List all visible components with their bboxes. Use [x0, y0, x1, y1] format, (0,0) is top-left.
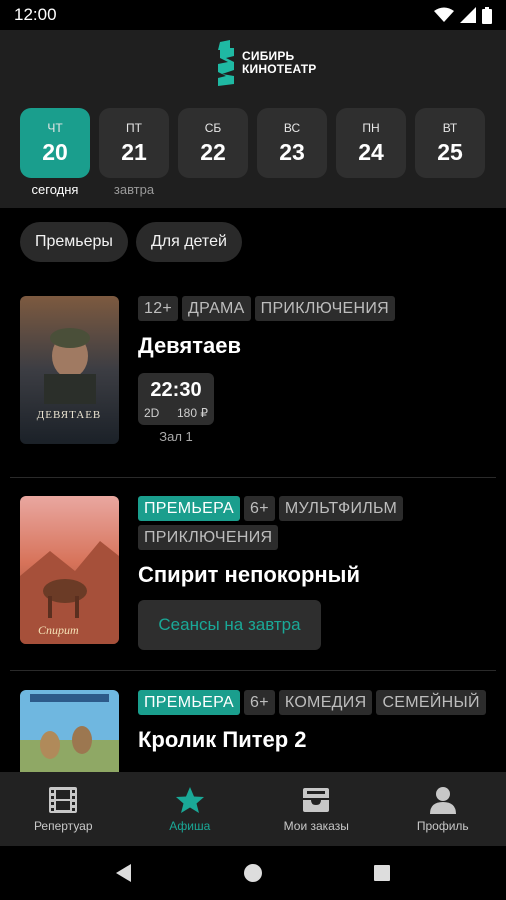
- movie-poster[interactable]: ДЕВЯТАЕВ: [20, 296, 119, 444]
- date-day: 25: [437, 138, 463, 165]
- session-button[interactable]: 22:30 2D 180 ₽: [138, 373, 214, 425]
- status-icons: [434, 6, 492, 24]
- genre-tag: МУЛЬТФИЛЬМ: [278, 496, 404, 521]
- date-day: 22: [200, 138, 226, 165]
- inbox-icon: [303, 787, 330, 812]
- date-day: 23: [279, 138, 305, 165]
- nav-label: Мои заказы: [283, 818, 349, 833]
- nav-label: Афиша: [169, 818, 211, 833]
- movie-tags: ПРЕМЬЕРА 6+ МУЛЬТФИЛЬМ ПРИКЛЮЧЕНИЯ: [138, 496, 496, 550]
- date-box[interactable]: ПТ 21: [99, 108, 169, 178]
- date-weekday: ПН: [362, 120, 380, 135]
- header: СИБИРЬ КИНОТЕАТР ЧТ 20 сегодня ПТ 21 зав…: [0, 30, 506, 208]
- movie-title[interactable]: Спирит непокорный: [138, 562, 496, 588]
- date-weekday: ВТ: [442, 120, 458, 135]
- system-navigation: [0, 846, 506, 900]
- poster-image: ДЕВЯТАЕВ: [20, 296, 119, 444]
- signal-icon: [460, 7, 476, 23]
- date-weekday: ПТ: [126, 120, 142, 135]
- date-item[interactable]: ВТ 25: [415, 108, 485, 198]
- status-bar: 12:00: [0, 0, 506, 30]
- nav-repertoire[interactable]: Репертуар: [0, 772, 127, 846]
- movie-poster[interactable]: Спирит: [20, 496, 119, 644]
- tomorrow-sessions-button[interactable]: Сеансы на завтра: [138, 600, 321, 650]
- movie-title[interactable]: Кролик Питер 2: [138, 727, 496, 753]
- poster-title: Спирит: [38, 623, 79, 637]
- bottom-navigation: Репертуар Афиша Мои заказы Профиль: [0, 772, 506, 846]
- date-box[interactable]: ПН 24: [336, 108, 406, 178]
- date-caption: сегодня: [31, 182, 79, 197]
- nav-label: Репертуар: [33, 818, 93, 833]
- poster-title: ДЕВЯТАЕВ: [37, 409, 102, 421]
- home-icon[interactable]: [243, 863, 263, 883]
- poster-image: Спирит: [20, 496, 119, 644]
- status-time: 12:00: [14, 5, 57, 24]
- date-day: 20: [42, 138, 68, 165]
- date-box[interactable]: СБ 22: [178, 108, 248, 178]
- movie-tags: ПРЕМЬЕРА 6+ КОМЕДИЯ СЕМЕЙНЫЙ: [138, 690, 496, 715]
- session-format: 2D: [144, 406, 160, 420]
- divider: [10, 477, 496, 478]
- date-box[interactable]: ВС 23: [257, 108, 327, 178]
- movie-tags: 12+ ДРАМА ПРИКЛЮЧЕНИЯ: [138, 296, 496, 321]
- filter-kids[interactable]: Для детей: [135, 222, 242, 262]
- filter-premieres[interactable]: Премьеры: [20, 222, 128, 262]
- date-weekday: СБ: [204, 120, 222, 135]
- premiere-tag: ПРЕМЬЕРА: [138, 496, 241, 521]
- date-item[interactable]: ЧТ 20 сегодня: [20, 108, 90, 198]
- premiere-tag: ПРЕМЬЕРА: [138, 690, 241, 715]
- genre-tag: ДРАМА: [182, 296, 251, 321]
- cinema-logo: СИБИРЬ КИНОТЕАТР: [216, 40, 317, 86]
- nav-label: Профиль: [416, 818, 469, 833]
- wifi-icon: [434, 7, 454, 22]
- date-item[interactable]: ПН 24: [336, 108, 406, 198]
- date-box-active[interactable]: ЧТ 20: [20, 108, 90, 178]
- movie-card[interactable]: ПРЕМЬЕРА 6+ КОМЕДИЯ СЕМЕЙНЫЙ Кролик Пите…: [20, 690, 496, 772]
- date-selector: ЧТ 20 сегодня ПТ 21 завтра СБ 22 ВС 23 П…: [20, 108, 485, 198]
- date-weekday: ЧТ: [47, 120, 63, 135]
- movie-poster[interactable]: [20, 690, 119, 772]
- session-hall: Зал 1: [159, 429, 193, 444]
- genre-tag: ПРИКЛЮЧЕНИЯ: [138, 525, 279, 550]
- filter-chips: Премьеры Для детей: [20, 222, 242, 262]
- poster-image: [20, 690, 119, 772]
- date-caption: завтра: [113, 182, 155, 197]
- session-time: 22:30: [150, 379, 202, 401]
- age-rating-tag: 6+: [244, 690, 275, 715]
- date-item[interactable]: ПТ 21 завтра: [99, 108, 169, 198]
- date-day: 24: [358, 138, 384, 165]
- nav-profile[interactable]: Профиль: [380, 772, 506, 846]
- session-price: 180 ₽: [177, 406, 208, 420]
- logo-line-2: КИНОТЕАТР: [242, 62, 317, 76]
- star-icon: [175, 786, 204, 813]
- movie-title[interactable]: Девятаев: [138, 333, 496, 359]
- nav-afisha[interactable]: Афиша: [127, 772, 254, 846]
- person-icon: [429, 786, 456, 814]
- age-rating-tag: 6+: [244, 496, 275, 521]
- battery-icon: [482, 6, 492, 24]
- back-icon[interactable]: [114, 863, 134, 883]
- genre-tag: СЕМЕЙНЫЙ: [376, 690, 486, 715]
- movie-card[interactable]: Спирит ПРЕМЬЕРА 6+ МУЛЬТФИЛЬМ ПРИКЛЮЧЕНИ…: [20, 496, 496, 656]
- film-icon: [49, 786, 78, 813]
- movie-card[interactable]: ДЕВЯТАЕВ 12+ ДРАМА ПРИКЛЮЧЕНИЯ Девятаев …: [20, 296, 496, 456]
- genre-tag: ПРИКЛЮЧЕНИЯ: [254, 296, 396, 321]
- date-item[interactable]: СБ 22: [178, 108, 248, 198]
- date-box[interactable]: ВТ 25: [415, 108, 485, 178]
- genre-tag: КОМЕДИЯ: [278, 690, 373, 715]
- date-day: 21: [121, 138, 147, 165]
- age-rating-tag: 12+: [138, 296, 179, 321]
- date-weekday: ВС: [283, 120, 301, 135]
- nav-orders[interactable]: Мои заказы: [253, 772, 380, 846]
- cinema-logo-icon: [218, 40, 234, 86]
- date-item[interactable]: ВС 23: [257, 108, 327, 198]
- divider: [10, 670, 496, 671]
- recents-icon[interactable]: [372, 863, 392, 883]
